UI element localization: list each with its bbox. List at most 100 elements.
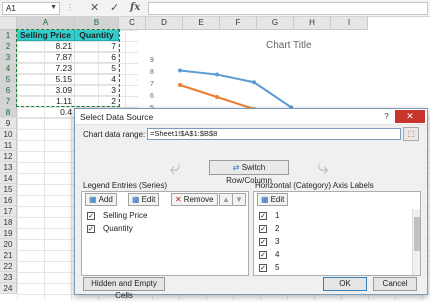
series-item[interactable]: ✓ Quantity xyxy=(87,223,133,235)
cell-b6[interactable]: 3 xyxy=(75,85,119,96)
column-header-i[interactable]: I xyxy=(331,17,368,30)
row-header-12[interactable]: 12 xyxy=(0,151,17,162)
series-item[interactable]: ✓ Selling Price xyxy=(87,210,147,222)
add-series-button[interactable]: ▦ Add xyxy=(85,193,117,206)
data-point-0-2[interactable] xyxy=(252,80,256,85)
series-checkbox[interactable]: ✓ xyxy=(87,224,95,233)
column-header-g[interactable]: G xyxy=(257,17,294,30)
chart-data-range-input[interactable]: =Sheet1!$A$1:$B$8 xyxy=(147,128,401,140)
row-header-20[interactable]: 20 xyxy=(0,239,17,250)
enter-icon[interactable]: ✓ xyxy=(110,1,119,14)
row-header-6[interactable]: 6 xyxy=(0,85,17,96)
category-checkbox[interactable]: ✓ xyxy=(259,211,267,220)
column-header-e[interactable]: E xyxy=(183,17,220,30)
scrollbar-thumb[interactable] xyxy=(414,217,420,251)
axis-labels-scrollbar[interactable] xyxy=(412,209,420,275)
category-item[interactable]: ✓ 4 xyxy=(259,249,279,261)
category-checkbox[interactable]: ✓ xyxy=(259,224,267,233)
row-header-15[interactable]: 15 xyxy=(0,184,17,195)
row-header-24[interactable]: 24 xyxy=(0,283,17,294)
data-point-1-1[interactable] xyxy=(215,95,219,99)
row-header-9[interactable]: 9 xyxy=(0,118,17,129)
cell-b2[interactable]: 7 xyxy=(75,41,119,52)
category-label: 1 xyxy=(275,211,280,220)
column-header-f[interactable]: F xyxy=(220,17,257,30)
row-header-16[interactable]: 16 xyxy=(0,195,17,206)
row-header-8[interactable]: 8 xyxy=(0,107,17,118)
cancel-icon[interactable]: ✕ xyxy=(90,1,99,14)
row-header-3[interactable]: 3 xyxy=(0,52,17,63)
category-item[interactable]: ✓ 1 xyxy=(259,210,279,222)
row-header-18[interactable]: 18 xyxy=(0,217,17,228)
data-point-1-0[interactable] xyxy=(178,83,182,87)
name-box[interactable]: A1 ▼ xyxy=(2,2,60,15)
row-header-1[interactable]: 1 xyxy=(0,30,17,41)
category-item[interactable]: ✓ 2 xyxy=(259,223,279,235)
row-header-5[interactable]: 5 xyxy=(0,74,17,85)
chart-title[interactable]: Chart Title xyxy=(266,40,312,51)
data-point-0-0[interactable] xyxy=(178,68,182,73)
move-up-button[interactable]: ▲ xyxy=(219,193,233,206)
switch-row-column-button[interactable]: ⇄ Switch Row/Column xyxy=(209,160,289,185)
legend-entries-header: Legend Entries (Series) xyxy=(83,181,168,190)
row-header-21[interactable]: 21 xyxy=(0,250,17,261)
cell-b4[interactable]: 5 xyxy=(75,63,119,74)
chevron-down-icon[interactable]: ▼ xyxy=(50,4,57,11)
row-header-19[interactable]: 19 xyxy=(0,228,17,239)
row-header-4[interactable]: 4 xyxy=(0,63,17,74)
cell-b5[interactable]: 4 xyxy=(75,74,119,85)
collapse-dialog-icon[interactable]: ⬚ xyxy=(403,127,419,141)
cell-a4[interactable]: 7.23 xyxy=(17,63,75,74)
cancel-button[interactable]: Cancel xyxy=(373,277,417,291)
formula-bar-separator: ⋮ xyxy=(66,3,74,12)
formula-input[interactable] xyxy=(148,2,428,15)
column-header-b[interactable]: B xyxy=(75,17,119,30)
insert-function-icon[interactable]: fx xyxy=(130,2,140,13)
row-header-14[interactable]: 14 xyxy=(0,173,17,184)
series-line-1[interactable] xyxy=(179,84,365,110)
move-down-button[interactable]: ▼ xyxy=(232,193,246,206)
series-line-0[interactable] xyxy=(179,69,402,110)
edit-series-button[interactable]: ▦ Edit xyxy=(128,193,160,206)
row-header-23[interactable]: 23 xyxy=(0,272,17,283)
category-checkbox[interactable]: ✓ xyxy=(259,237,267,246)
column-header-d[interactable]: D xyxy=(146,17,183,30)
category-item[interactable]: ✓ 3 xyxy=(259,236,279,248)
close-icon[interactable]: ✕ xyxy=(395,110,425,123)
hidden-empty-cells-button[interactable]: Hidden and Empty Cells xyxy=(83,277,165,300)
row-header-17[interactable]: 17 xyxy=(0,206,17,217)
row-header-2[interactable]: 2 xyxy=(0,41,17,52)
cell-b3[interactable]: 6 xyxy=(75,52,119,63)
category-item[interactable]: ✓ 5 xyxy=(259,262,279,274)
column-header-a[interactable]: A xyxy=(17,17,75,30)
cell-a6[interactable]: 3.09 xyxy=(17,85,75,96)
dialog-titlebar[interactable]: Select Data Source ? ✕ xyxy=(75,109,427,125)
cell-a5[interactable]: 5.15 xyxy=(17,74,75,85)
row-header-10[interactable]: 10 xyxy=(0,129,17,140)
data-point-0-1[interactable] xyxy=(215,72,219,77)
cell-a8[interactable]: 0.4 xyxy=(17,107,75,118)
row-header-13[interactable]: 13 xyxy=(0,162,17,173)
column-header-h[interactable]: H xyxy=(294,17,331,30)
help-icon[interactable]: ? xyxy=(380,111,393,122)
y-tick-label: 7 xyxy=(150,81,154,88)
row-header-11[interactable]: 11 xyxy=(0,140,17,151)
cell-b7[interactable]: 2 xyxy=(75,96,119,107)
series-checkbox[interactable]: ✓ xyxy=(87,211,95,220)
category-checkbox[interactable]: ✓ xyxy=(259,250,267,259)
category-checkbox[interactable]: ✓ xyxy=(259,263,267,272)
ok-button[interactable]: OK xyxy=(323,277,367,291)
edit-icon: ▦ xyxy=(261,195,269,204)
row-header-22[interactable]: 22 xyxy=(0,261,17,272)
category-label: 3 xyxy=(275,237,280,246)
remove-series-button[interactable]: ✕ Remove xyxy=(171,193,218,206)
select-all-corner[interactable] xyxy=(0,17,17,30)
cell-b1[interactable]: Quantity xyxy=(75,30,119,41)
column-header-c[interactable]: C xyxy=(119,17,146,30)
cell-a3[interactable]: 7.87 xyxy=(17,52,75,63)
row-header-7[interactable]: 7 xyxy=(0,96,17,107)
cell-a2[interactable]: 8.21 xyxy=(17,41,75,52)
cell-a7[interactable]: 1.11 xyxy=(17,96,75,107)
cell-a1[interactable]: Selling Price xyxy=(17,30,75,41)
edit-axis-labels-button[interactable]: ▦ Edit xyxy=(257,193,289,206)
